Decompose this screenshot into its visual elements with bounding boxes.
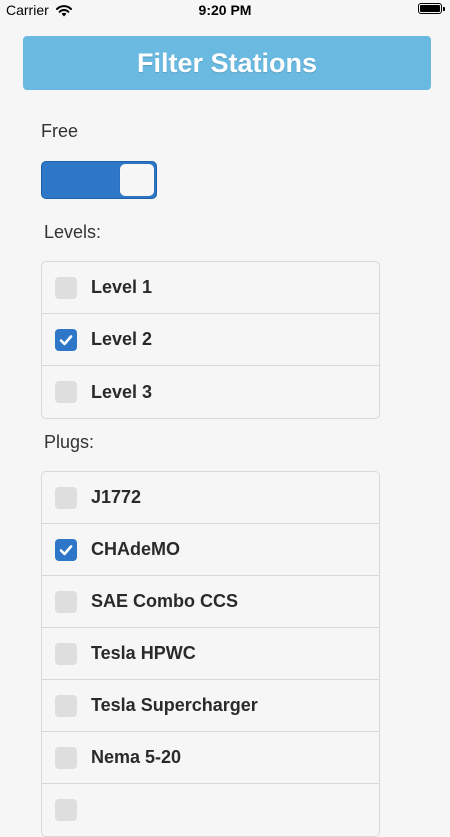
plug-label: J1772 <box>91 487 142 507</box>
plug-checkbox[interactable] <box>55 746 77 769</box>
level-label: Level 1 <box>91 277 153 297</box>
free-label: Free <box>41 121 79 141</box>
plug-checkbox[interactable] <box>55 799 77 821</box>
battery-icon <box>418 3 445 14</box>
level-row[interactable]: Level 2 <box>42 314 379 366</box>
plug-checkbox[interactable] <box>55 590 77 613</box>
plug-row[interactable]: Tesla Supercharger <box>42 680 379 732</box>
levels-list: Level 1 Level 2 Level 3 <box>41 261 380 419</box>
plug-row[interactable]: SAE Combo CCS <box>42 576 379 628</box>
plug-row[interactable] <box>42 784 379 836</box>
plug-row[interactable]: Tesla HPWC <box>42 628 379 680</box>
plug-checkbox[interactable] <box>55 486 77 509</box>
level-checkbox[interactable] <box>55 328 77 351</box>
level-checkbox[interactable] <box>55 276 77 299</box>
plug-row[interactable]: CHAdeMO <box>42 524 379 576</box>
free-toggle[interactable] <box>41 161 157 199</box>
toggle-knob <box>120 164 154 196</box>
status-bar: Carrier 9:20 PM <box>0 0 450 22</box>
plug-label: SAE Combo CCS <box>91 591 239 611</box>
plug-label: Tesla HPWC <box>91 643 196 663</box>
levels-label: Levels: <box>44 222 102 242</box>
level-label: Level 2 <box>91 329 153 349</box>
plug-label: Nema 5-20 <box>91 747 182 767</box>
plug-label: CHAdeMO <box>91 539 180 559</box>
plug-checkbox[interactable] <box>55 694 77 717</box>
plugs-label: Plugs: <box>44 432 95 452</box>
plug-row[interactable]: J1772 <box>42 472 379 524</box>
clock: 9:20 PM <box>198 2 252 18</box>
plug-checkbox[interactable] <box>55 642 77 665</box>
plug-checkbox[interactable] <box>55 538 77 561</box>
level-row[interactable]: Level 3 <box>42 366 379 418</box>
checkmark-icon <box>59 334 73 345</box>
plug-label: Tesla Supercharger <box>91 695 258 715</box>
page-title: Filter Stations <box>23 36 431 90</box>
level-row[interactable]: Level 1 <box>42 262 379 314</box>
checkmark-icon <box>59 544 73 555</box>
level-label: Level 3 <box>91 381 153 402</box>
plugs-list: J1772 CHAdeMO SAE Combo CCS Tesla HPWC Tesla… <box>41 471 380 837</box>
level-checkbox[interactable] <box>55 381 77 403</box>
plug-row[interactable]: Nema 5-20 <box>42 732 379 784</box>
